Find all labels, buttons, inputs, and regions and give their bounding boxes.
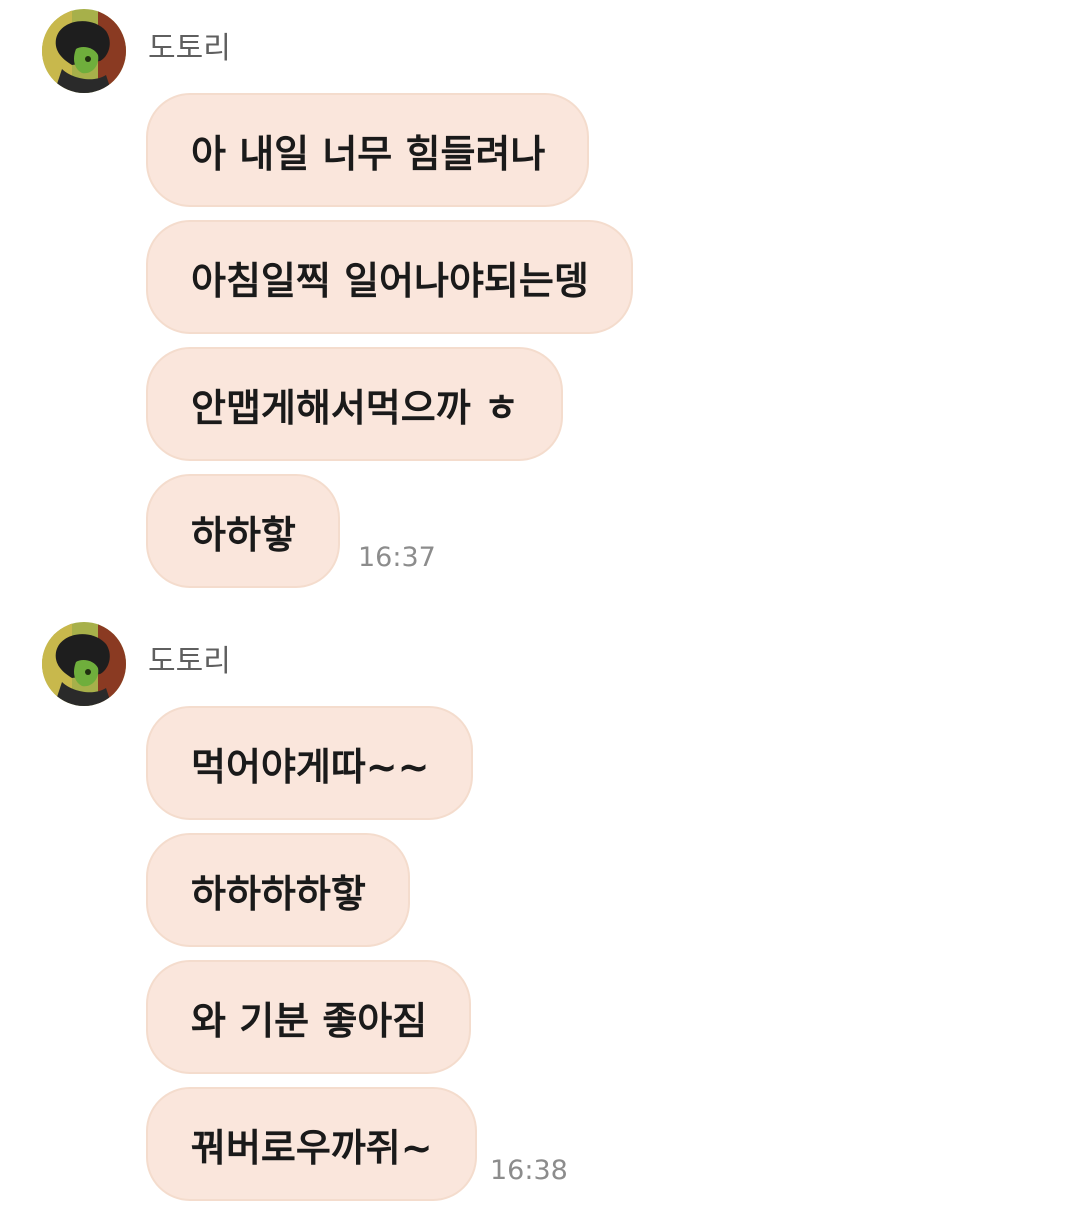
avatar[interactable]: [42, 9, 126, 93]
message-timestamp: 16:37: [358, 542, 436, 573]
message-bubble[interactable]: 꿔버로우까쥐~: [146, 1087, 477, 1201]
message-bubble[interactable]: 와 기분 좋아짐: [146, 960, 472, 1074]
profile-avatar-icon: [42, 9, 126, 93]
sender-name: 도토리: [148, 31, 231, 66]
message-bubble[interactable]: 아 내일 너무 힘들려나: [146, 93, 590, 207]
profile-avatar-icon: [42, 622, 126, 706]
message-bubble[interactable]: 하하핳: [146, 474, 340, 588]
message-bubble[interactable]: 아침일찍 일어나야되는뎅: [146, 220, 633, 334]
message-timestamp: 16:38: [490, 1155, 568, 1186]
avatar[interactable]: [42, 622, 126, 706]
message-bubble[interactable]: 먹어야게따~~: [146, 706, 474, 820]
message-bubble[interactable]: 안맵게해서먹으까 ㅎ: [146, 347, 563, 461]
sender-name: 도토리: [148, 644, 231, 679]
message-bubble[interactable]: 하하하하핳: [146, 833, 410, 947]
